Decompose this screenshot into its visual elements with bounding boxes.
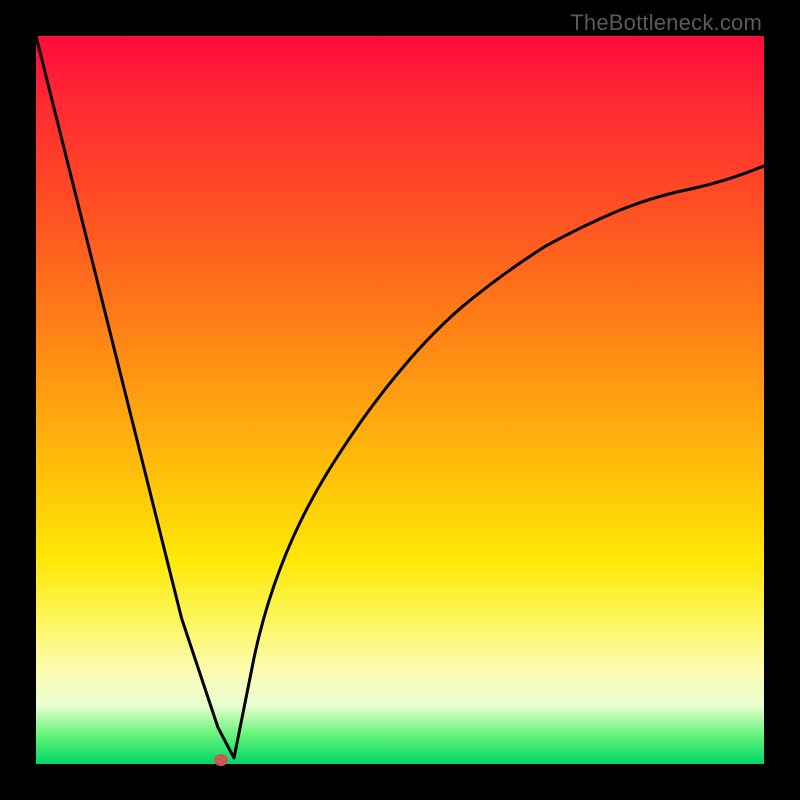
- plot-area: [36, 36, 764, 764]
- watermark-text: TheBottleneck.com: [570, 10, 762, 36]
- chart-frame: TheBottleneck.com: [0, 0, 800, 800]
- optimal-point-marker: [214, 754, 228, 766]
- bottleneck-curve: [36, 36, 764, 764]
